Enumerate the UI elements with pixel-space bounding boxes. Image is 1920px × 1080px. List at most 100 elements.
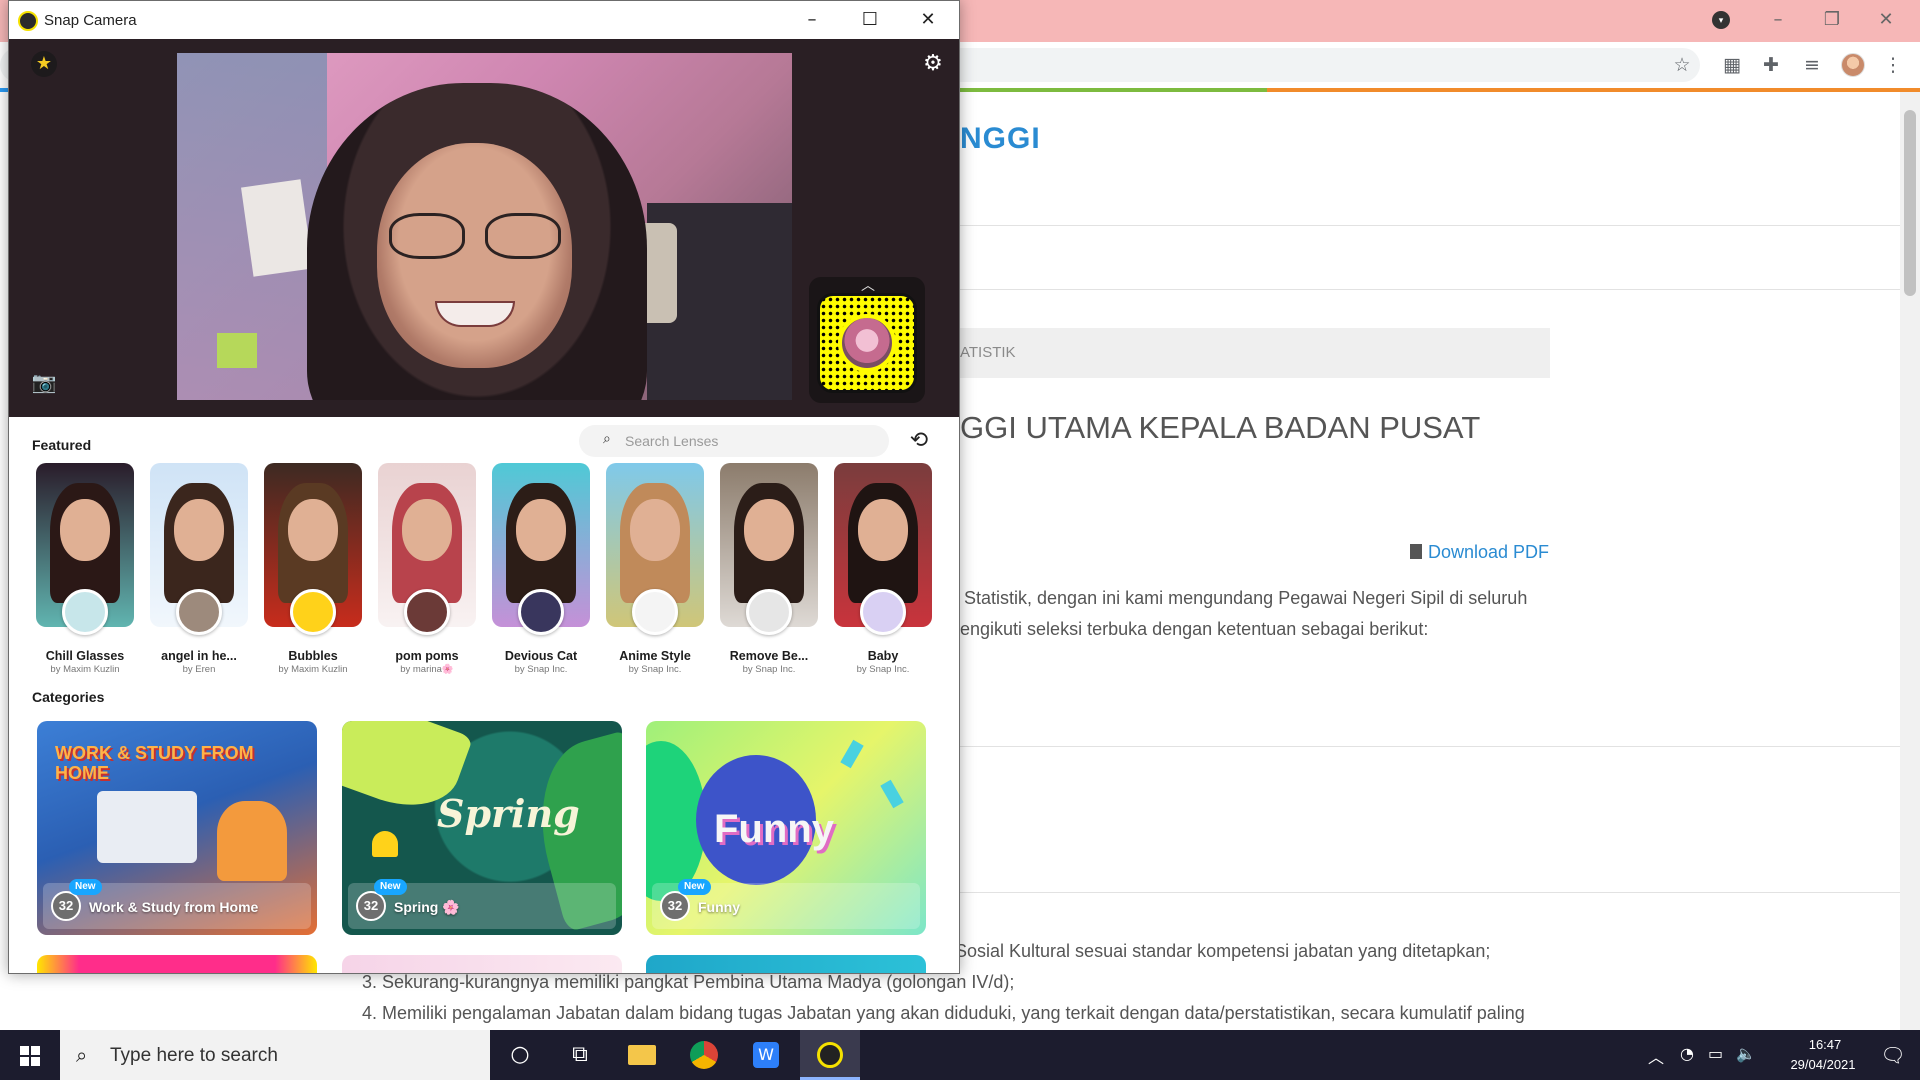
lens-creator-avatar — [860, 589, 906, 635]
tab-search-icon[interactable]: ▾ — [1712, 11, 1730, 29]
lens-card[interactable]: Bubbles by Maxim Kuzlin — [264, 463, 362, 675]
category-card-partial[interactable] — [342, 955, 622, 973]
search-lenses-input[interactable] — [625, 431, 875, 451]
category-count-badge: 32 — [51, 891, 81, 921]
start-button[interactable] — [0, 1030, 60, 1080]
category-art-text: Funny — [714, 807, 834, 851]
new-badge: New — [374, 879, 407, 895]
lens-card[interactable]: Devious Cat by Snap Inc. — [492, 463, 590, 675]
chrome-icon[interactable] — [674, 1030, 734, 1080]
cortana-icon[interactable]: ○ — [490, 1030, 550, 1080]
lens-author: by Snap Inc. — [742, 664, 796, 675]
lens-creator-avatar — [746, 589, 792, 635]
lens-preview-face — [402, 499, 452, 561]
category-label: Work & Study from Home — [89, 899, 259, 915]
tulip-illustration — [372, 831, 398, 857]
body-text-line: 4. Memiliki pengalaman Jabatan dalam bid… — [362, 1003, 1525, 1023]
lens-card[interactable]: Anime Style by Snap Inc. — [606, 463, 704, 675]
lens-name: Bubbles — [288, 649, 338, 663]
divider — [960, 892, 1900, 893]
category-card-partial[interactable] — [646, 955, 926, 973]
breadcrumb-text[interactable]: ATISTIK — [960, 344, 1016, 361]
lens-card[interactable]: Remove Be... by Snap Inc. — [720, 463, 818, 675]
extensions-icon[interactable]: ✚ — [1758, 52, 1784, 78]
task-view-icon[interactable]: ⧉ — [550, 1030, 610, 1080]
restore-icon[interactable]: ❐ — [1812, 6, 1852, 34]
lens-author: by Snap Inc. — [514, 664, 568, 675]
bookmark-star-icon[interactable]: ☆ — [1669, 52, 1695, 78]
clock-time[interactable]: 16:47 — [1790, 1037, 1860, 1052]
taskbar-search-placeholder[interactable]: Type here to search — [110, 1045, 278, 1067]
category-card-work-study[interactable]: WORK & STUDY FROM HOME 32 New Work & Stu… — [37, 721, 317, 935]
search-icon: ⌕ — [603, 431, 611, 447]
lens-creator-avatar — [290, 589, 336, 635]
category-card-spring[interactable]: Spring 32 New Spring 🌸 — [342, 721, 622, 935]
qr-icon[interactable]: ▦ — [1719, 52, 1745, 78]
lens-author: by Snap Inc. — [856, 664, 910, 675]
category-card-partial[interactable] — [37, 955, 317, 973]
lens-name: Anime Style — [619, 649, 691, 663]
search-icon: ⌕ — [76, 1043, 88, 1067]
lens-card[interactable]: angel in he... by Eren — [150, 463, 248, 675]
favorites-star-icon[interactable]: ★ — [31, 51, 57, 77]
category-label: Funny — [698, 899, 740, 915]
clock-date[interactable]: 29/04/2021 — [1768, 1057, 1878, 1072]
site-title[interactable]: NGGI — [960, 122, 1041, 156]
new-badge: New — [678, 879, 711, 895]
lens-creator-avatar — [404, 589, 450, 635]
category-count-badge: 32 — [660, 891, 690, 921]
camera-snapshot-icon[interactable]: 📷 — [29, 369, 59, 395]
history-icon[interactable]: ⟲ — [905, 427, 933, 455]
lens-browser-panel: Featured ⌕ ⟲ Categories WORK & STUDY FRO… — [9, 417, 959, 973]
body-text-line: 3. Sekurang-kurangnya memiliki pangkat P… — [362, 972, 1015, 992]
close-icon[interactable]: ✕ — [905, 5, 951, 35]
category-label: Spring 🌸 — [394, 899, 460, 915]
more-menu-icon[interactable]: ⋮ — [1880, 52, 1906, 78]
chevron-up-icon[interactable]: ︿ — [861, 275, 875, 295]
notification-icon[interactable]: 🗨 — [1866, 1030, 1920, 1080]
lens-name: Chill Glasses — [45, 649, 125, 663]
maximize-icon[interactable]: ☐ — [847, 5, 893, 35]
lens-card[interactable]: Chill Glasses by Maxim Kuzlin — [36, 463, 134, 675]
file-explorer-icon[interactable] — [612, 1030, 672, 1080]
webcam-feed — [177, 53, 792, 400]
lens-name: angel in he... — [161, 649, 237, 663]
minimize-icon[interactable]: – — [789, 5, 835, 35]
article-title: GGI UTAMA KEPALA BADAN PUSAT — [960, 410, 1481, 445]
camera-preview-area: ★ ⚙ 📷 ︿ — [9, 39, 959, 417]
lens-card[interactable]: pom poms by marina🌸 — [378, 463, 476, 675]
battery-icon[interactable]: ▭ — [1708, 1044, 1723, 1063]
volume-icon[interactable]: 🔈 — [1736, 1044, 1756, 1063]
lens-preview-face — [516, 499, 566, 561]
snap-titlebar: Snap Camera – ☐ ✕ — [9, 1, 959, 39]
close-icon[interactable]: ✕ — [1866, 6, 1906, 34]
wps-icon[interactable]: W — [736, 1030, 796, 1080]
lens-preview-face — [288, 499, 338, 561]
wifi-icon[interactable]: ◔ — [1680, 1044, 1694, 1063]
minimize-icon[interactable]: – — [1758, 6, 1798, 34]
lens-author: by Maxim Kuzlin — [278, 664, 348, 675]
window-title: Snap Camera — [44, 12, 137, 29]
lens-author: by Eren — [182, 664, 216, 675]
lens-preview-face — [744, 499, 794, 561]
scrollbar-thumb[interactable] — [1904, 110, 1916, 296]
cat-illustration — [217, 801, 287, 881]
chevron-up-icon[interactable]: ︿ — [1648, 1044, 1664, 1068]
windows-logo-icon — [20, 1046, 29, 1055]
person-glasses — [389, 213, 564, 261]
lens-preview-face — [630, 499, 680, 561]
monitor-illustration — [97, 791, 197, 863]
media-control-icon[interactable]: ≡ — [1799, 52, 1825, 78]
snap-camera-window: Snap Camera – ☐ ✕ ★ ⚙ 📷 ︿ Featured ⌕ Sea… — [8, 0, 960, 974]
download-pdf-label[interactable]: Download PDF — [1408, 542, 1549, 562]
snap-camera-icon[interactable] — [800, 1030, 860, 1080]
download-pdf-link[interactable]: Download PDF — [1408, 542, 1549, 563]
lens-name: Baby — [867, 649, 899, 663]
featured-heading: Featured — [32, 437, 92, 453]
confetti — [840, 739, 864, 769]
profile-avatar[interactable] — [1841, 53, 1865, 77]
settings-gear-icon[interactable]: ⚙ — [920, 51, 946, 77]
lens-card[interactable]: Baby by Snap Inc. — [834, 463, 932, 675]
confetti — [880, 779, 904, 809]
category-card-funny[interactable]: Funny 32 New Funny — [646, 721, 926, 935]
